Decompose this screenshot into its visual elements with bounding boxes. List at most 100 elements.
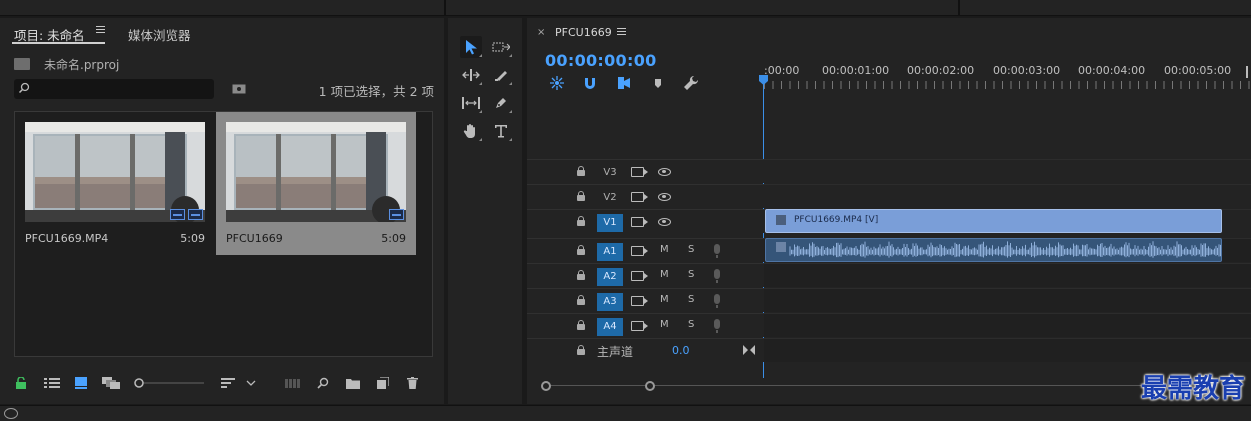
media-item-selected[interactable]: PFCU1669 5:09	[216, 112, 416, 255]
solo-button[interactable]: S	[688, 294, 694, 305]
chevron-down-icon[interactable]	[246, 377, 256, 389]
sync-lock-icon[interactable]	[631, 271, 648, 281]
divider	[958, 0, 960, 16]
mute-button[interactable]: M	[660, 294, 669, 305]
mute-button[interactable]: M	[660, 319, 669, 330]
master-volume-value[interactable]: 0.0	[672, 344, 690, 357]
sync-lock-icon[interactable]	[631, 192, 648, 202]
track-select-tool[interactable]	[490, 36, 512, 58]
lock-icon[interactable]	[16, 377, 26, 389]
video-clip[interactable]: PFCU1669.MP4 [V]	[765, 209, 1222, 233]
track-target[interactable]: V2	[597, 189, 623, 207]
wrench-icon[interactable]	[683, 75, 699, 91]
playhead-timecode[interactable]: 00:00:00:00	[545, 51, 657, 70]
media-item-name: PFCU1669.MP4	[25, 232, 109, 245]
icon-view-icon[interactable]	[75, 377, 87, 389]
new-item-icon[interactable]	[377, 377, 389, 389]
sort-icon[interactable]	[221, 377, 235, 389]
ripple-edit-tool[interactable]	[460, 64, 482, 86]
search-input[interactable]	[34, 81, 209, 97]
sync-lock-icon[interactable]	[631, 296, 648, 306]
track-lock-icon[interactable]	[577, 320, 585, 330]
razor-tool[interactable]	[490, 64, 512, 86]
active-tab-underline	[12, 42, 105, 44]
panel-menu-icon[interactable]	[96, 26, 105, 35]
solo-button[interactable]: S	[688, 269, 694, 280]
zoom-slider[interactable]	[134, 377, 204, 389]
sync-lock-icon[interactable]	[631, 246, 648, 256]
go-to-end-icon[interactable]	[743, 345, 755, 355]
creative-cloud-icon[interactable]	[4, 408, 18, 419]
track-target-selected[interactable]: A1	[597, 243, 623, 261]
pen-tool[interactable]	[490, 92, 512, 114]
tab-sequence[interactable]: PFCU1669	[555, 26, 612, 39]
scrollbar-start-handle[interactable]	[541, 381, 551, 391]
type-tool[interactable]	[490, 120, 512, 142]
sync-lock-icon[interactable]	[631, 167, 648, 177]
mute-button[interactable]: M	[660, 244, 669, 255]
track-lock-icon[interactable]	[577, 191, 585, 201]
track-area[interactable]	[764, 338, 1251, 362]
track-lock-icon[interactable]	[577, 245, 585, 255]
audio-badge-icon	[188, 209, 203, 220]
timeline-horizontal-scrollbar[interactable]	[541, 380, 1141, 392]
divider	[444, 0, 446, 16]
track-header: A4 M S	[527, 313, 764, 337]
project-tabs: 项目: 未命名 媒体浏览器	[0, 18, 444, 46]
mute-button[interactable]: M	[660, 269, 669, 280]
find-in-bin-icon[interactable]	[232, 83, 246, 94]
track-area[interactable]	[764, 263, 1251, 287]
automate-to-sequence-icon[interactable]	[285, 377, 301, 389]
scrollbar-end-handle[interactable]	[645, 381, 655, 391]
sync-lock-icon[interactable]	[631, 321, 648, 331]
solo-button[interactable]: S	[688, 319, 694, 330]
tab-media-browser[interactable]: 媒体浏览器	[128, 25, 191, 44]
watermark-logo: 最需教育	[1140, 374, 1245, 404]
sync-lock-icon[interactable]	[631, 217, 648, 227]
track-area[interactable]	[764, 184, 1251, 208]
microphone-icon[interactable]	[714, 244, 720, 258]
selection-tool[interactable]	[460, 36, 482, 58]
snap-magnet-icon[interactable]	[582, 75, 598, 91]
track-target-selected[interactable]: A3	[597, 293, 623, 311]
eye-icon[interactable]	[658, 218, 671, 226]
audio-clip[interactable]	[765, 238, 1222, 262]
close-icon[interactable]: ×	[537, 27, 545, 38]
track-area[interactable]	[764, 288, 1251, 312]
nest-icon[interactable]	[549, 75, 565, 91]
search-box[interactable]	[14, 79, 214, 99]
track-area[interactable]	[764, 313, 1251, 337]
freeform-view-icon[interactable]	[102, 377, 120, 389]
microphone-icon[interactable]	[714, 294, 720, 308]
add-marker-icon[interactable]	[650, 75, 666, 91]
track-select-icon	[492, 42, 510, 52]
hand-tool[interactable]	[460, 120, 482, 142]
new-bin-icon[interactable]	[346, 377, 360, 389]
list-view-icon[interactable]	[44, 377, 60, 389]
slip-tool[interactable]	[460, 92, 482, 114]
trash-icon[interactable]	[407, 377, 418, 389]
microphone-icon[interactable]	[714, 319, 720, 333]
track-target-selected[interactable]: A4	[597, 318, 623, 336]
find-icon[interactable]	[317, 377, 329, 389]
track-area[interactable]	[764, 159, 1251, 183]
thumbnail-image	[226, 122, 406, 222]
media-item-name: PFCU1669	[226, 232, 283, 245]
eye-icon[interactable]	[658, 168, 671, 176]
track-target[interactable]: V3	[597, 164, 623, 182]
track-lock-icon[interactable]	[577, 270, 585, 280]
track-lock-icon[interactable]	[577, 216, 585, 226]
solo-button[interactable]: S	[688, 244, 694, 255]
panel-menu-icon[interactable]	[617, 28, 626, 37]
time-ruler[interactable]: :00:00 00:00:01:00 00:00:02:00 00:00:03:…	[764, 62, 1251, 92]
media-item[interactable]: PFCU1669.MP4 5:09	[15, 112, 215, 255]
track-target-selected[interactable]: V1	[597, 214, 623, 232]
track-target-selected[interactable]: A2	[597, 268, 623, 286]
eye-icon[interactable]	[658, 193, 671, 201]
track-lock-icon[interactable]	[577, 345, 585, 355]
track-lock-icon[interactable]	[577, 166, 585, 176]
track-lock-icon[interactable]	[577, 295, 585, 305]
ruler-scroll-handle[interactable]	[1243, 62, 1251, 82]
linked-selection-icon[interactable]	[616, 75, 632, 91]
microphone-icon[interactable]	[714, 269, 720, 283]
